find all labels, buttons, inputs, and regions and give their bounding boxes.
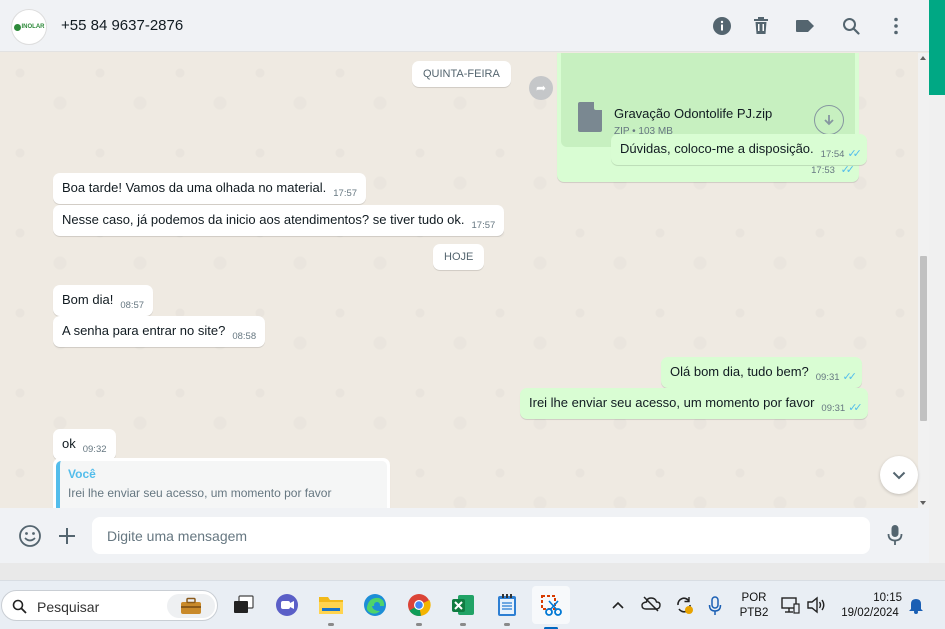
download-icon[interactable] xyxy=(814,105,844,135)
snipping-tool-icon[interactable] xyxy=(532,586,570,629)
trash-icon[interactable] xyxy=(750,15,772,37)
running-indicator xyxy=(504,623,510,626)
file-attachment[interactable]: Gravação Odontolife PJ.zip ZIP • 103 MB xyxy=(561,53,855,147)
forward-icon[interactable]: ➦ xyxy=(529,76,553,100)
input-language[interactable]: POR PTB2 xyxy=(736,591,772,621)
outgoing-message[interactable]: Olá bom dia, tudo bem? 09:31 ✓✓ xyxy=(661,357,862,388)
notepad-icon[interactable] xyxy=(492,590,522,626)
excel-icon[interactable] xyxy=(448,590,478,626)
microphone-icon[interactable] xyxy=(887,524,903,549)
attach-icon[interactable] xyxy=(57,526,77,549)
outgoing-message[interactable]: Irei lhe enviar seu acesso, um momento p… xyxy=(520,388,868,419)
incoming-message[interactable]: A senha para entrar no site? 08:58 xyxy=(53,316,266,347)
chevron-up-icon[interactable] xyxy=(611,598,625,613)
search-placeholder: Pesquisar xyxy=(37,599,100,615)
scroll-down-arrow-icon[interactable] xyxy=(920,501,926,505)
clock-date: 19/02/2024 xyxy=(841,607,899,619)
cloud-offline-icon[interactable] xyxy=(641,596,661,615)
scroll-to-bottom-button[interactable] xyxy=(880,456,918,494)
whatsapp-window: INOLAR +55 84 9637-2876 QUINTA-FEIRA ➦ G… xyxy=(0,0,929,563)
avatar-logo: INOLAR xyxy=(13,23,45,31)
search-icon[interactable] xyxy=(840,15,862,37)
task-view-icon[interactable] xyxy=(228,590,258,620)
message-text: Bom dia! xyxy=(62,292,114,307)
incoming-message[interactable]: ok 09:32 xyxy=(53,429,116,460)
document-icon xyxy=(578,102,602,132)
message-text: A senha para entrar no site? xyxy=(62,323,226,338)
read-ticks-icon: ✓✓ xyxy=(847,148,862,160)
scroll-up-arrow-icon[interactable] xyxy=(920,56,926,60)
message-time: 08:57 xyxy=(120,300,145,311)
desktop-gap xyxy=(0,563,945,580)
chat-scrollbar[interactable] xyxy=(918,53,929,508)
message-text: Olá bom dia, tudo bem? xyxy=(670,364,809,379)
window-accent-edge xyxy=(929,0,945,95)
message-list[interactable]: QUINTA-FEIRA ➦ Gravação Odontolife PJ.zi… xyxy=(0,53,917,508)
clock-time: 10:15 xyxy=(873,592,902,604)
briefcase-icon xyxy=(181,597,201,614)
quote-author: Você xyxy=(68,467,96,481)
message-text: Dúvidas, coloco-me a disposição. xyxy=(620,141,814,156)
message-time: 17:53 xyxy=(811,165,835,176)
avatar[interactable]: INOLAR xyxy=(11,9,47,45)
message-text: Boa tarde! Vamos da uma olhada no materi… xyxy=(62,180,327,195)
message-time: 17:57 xyxy=(333,188,358,199)
read-ticks-icon: ✓✓ xyxy=(840,164,856,176)
background-edge xyxy=(929,95,945,563)
incoming-message[interactable]: Nesse caso, já podemos da inicio aos ate… xyxy=(53,205,505,236)
day-divider: HOJE xyxy=(433,244,485,270)
teams-chat-icon[interactable] xyxy=(272,590,302,620)
message-time: 09:31 xyxy=(815,372,840,383)
logo-cross-icon xyxy=(13,23,21,31)
quote-text: Irei lhe enviar seu acesso, um momento p… xyxy=(68,486,332,500)
keyboard-layout: PTB2 xyxy=(739,607,769,619)
notification-bell-icon[interactable] xyxy=(908,596,924,617)
avatar-logo-text: INOLAR xyxy=(21,24,45,30)
chevron-down-icon xyxy=(892,471,906,479)
search-highlight[interactable] xyxy=(167,594,215,618)
edge-browser-icon[interactable] xyxy=(360,590,390,620)
chrome-browser-icon[interactable] xyxy=(404,590,434,626)
message-text: ok xyxy=(62,436,76,451)
network-icon[interactable] xyxy=(780,596,800,617)
taskbar-search[interactable]: Pesquisar xyxy=(1,590,218,621)
clock[interactable]: 10:15 19/02/2024 xyxy=(834,591,906,621)
day-divider: QUINTA-FEIRA xyxy=(412,61,511,87)
running-indicator xyxy=(328,623,334,626)
quoted-message[interactable]: Você Irei lhe enviar seu acesso, um mome… xyxy=(56,461,387,508)
chat-header: INOLAR +55 84 9637-2876 xyxy=(0,0,929,52)
message-text: Irei lhe enviar seu acesso, um momento p… xyxy=(529,395,815,410)
search-icon xyxy=(12,599,27,614)
microphone-icon[interactable] xyxy=(708,596,722,619)
read-ticks-icon: ✓✓ xyxy=(848,402,863,414)
menu-icon[interactable] xyxy=(885,15,907,37)
windows-taskbar: Pesquisar POR PTB2 10:15 19/02/2024 xyxy=(0,580,945,629)
message-input[interactable] xyxy=(92,517,870,554)
message-time: 09:32 xyxy=(82,444,107,455)
running-indicator xyxy=(460,623,466,626)
message-composer xyxy=(0,508,929,563)
message-time: 09:31 xyxy=(821,403,846,414)
read-ticks-icon: ✓✓ xyxy=(842,371,858,383)
sync-icon[interactable] xyxy=(674,595,694,618)
message-time: 17:54 xyxy=(820,149,845,160)
running-indicator xyxy=(416,623,422,626)
language-code: POR xyxy=(741,592,767,604)
file-name: Gravação Odontolife PJ.zip xyxy=(614,106,773,121)
message-time: 08:58 xyxy=(232,331,257,342)
contact-name[interactable]: +55 84 9637-2876 xyxy=(61,17,183,34)
outgoing-message[interactable]: Dúvidas, coloco-me a disposição. 17:54 ✓✓ xyxy=(611,134,867,165)
emoji-icon[interactable] xyxy=(18,524,42,551)
volume-icon[interactable] xyxy=(806,596,826,617)
incoming-message[interactable]: Bom dia! 08:57 xyxy=(53,285,154,316)
message-time: 17:57 xyxy=(471,220,496,231)
label-icon[interactable] xyxy=(794,15,816,37)
reply-message[interactable]: Você Irei lhe enviar seu acesso, um mome… xyxy=(53,458,390,508)
file-explorer-icon[interactable] xyxy=(316,590,346,626)
scroll-thumb[interactable] xyxy=(920,256,927,421)
incoming-message[interactable]: Boa tarde! Vamos da uma olhada no materi… xyxy=(53,173,367,204)
message-text: Nesse caso, já podemos da inicio aos ate… xyxy=(62,212,465,227)
info-icon[interactable] xyxy=(711,15,733,37)
